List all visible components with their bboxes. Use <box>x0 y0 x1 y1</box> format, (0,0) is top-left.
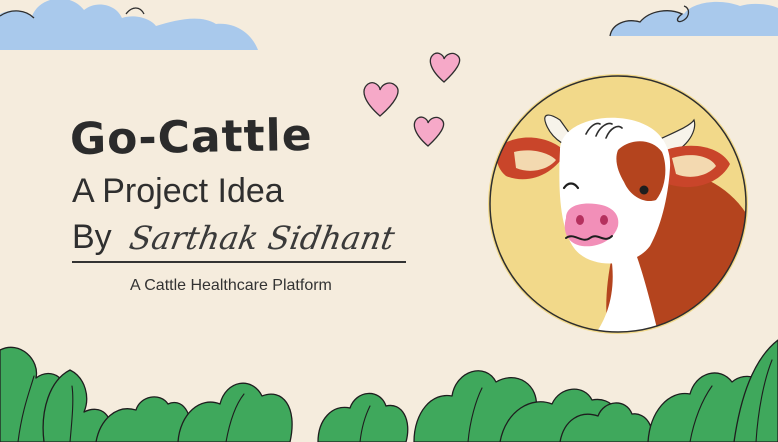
slide: Go-Cattle A Project Idea By Sarthak Sidh… <box>0 0 778 442</box>
leaf-icon <box>0 339 778 442</box>
